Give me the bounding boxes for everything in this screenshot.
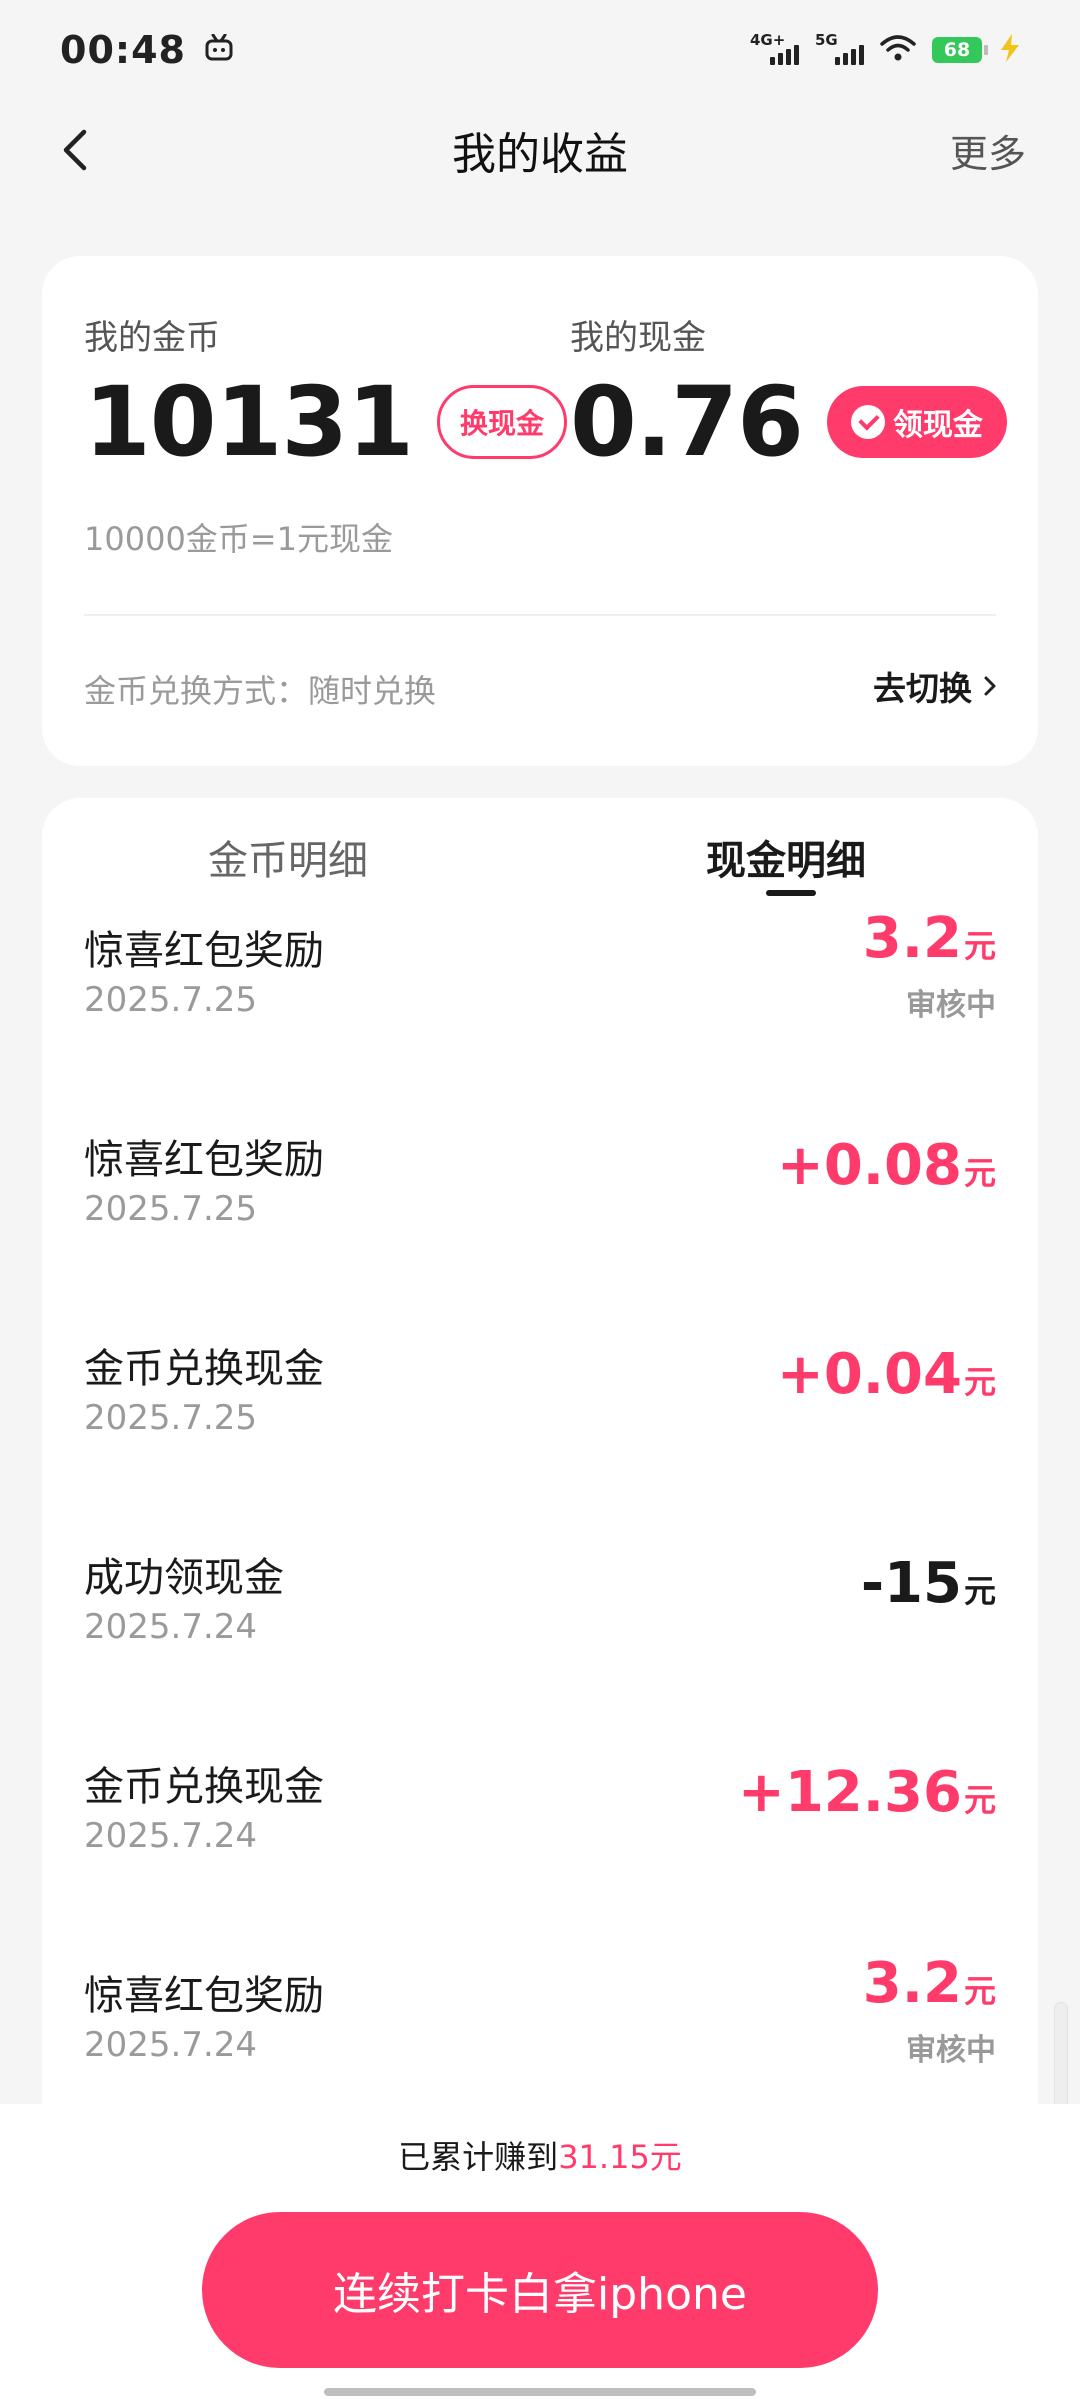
record-amount-unit: 元	[963, 927, 996, 965]
more-button[interactable]: 更多	[950, 123, 1026, 178]
battery-icon: 68	[932, 37, 988, 63]
list-item[interactable]: 惊喜红包奖励 2025.7.25 +0.08元	[42, 1039, 1038, 1248]
record-amount: +0.08元	[777, 1133, 996, 1198]
record-title: 惊喜红包奖励	[84, 1137, 324, 1183]
earnings-card: 我的金币 10131 换现金 我的现金 0.76 领现金 10000金币=1元现…	[42, 256, 1038, 766]
record-status: 审核中	[906, 2033, 996, 2068]
divider	[84, 614, 996, 616]
record-amount-value: +12.36	[737, 1760, 962, 1825]
list-item[interactable]: 金币兑换现金 2025.7.25 +0.04元	[42, 1248, 1038, 1457]
checkin-cta-button[interactable]: 连续打卡白拿iphone	[202, 2212, 878, 2368]
coin-label: 我的金币	[84, 318, 220, 358]
cell-signal-icon-2: 5G	[815, 31, 864, 65]
record-amount: 3.2元	[863, 1951, 996, 2016]
navigation-bar: 我的收益 更多	[0, 100, 1080, 200]
wechat-pay-icon	[850, 405, 885, 439]
network-type-label: 4G+	[750, 31, 786, 49]
exchange-rate-text: 10000金币=1元现金	[84, 520, 393, 558]
record-amount-unit: 元	[963, 1363, 996, 1401]
page-title: 我的收益	[452, 129, 628, 180]
withdraw-cash-button[interactable]: 领现金	[826, 386, 1007, 458]
chevron-right-icon	[984, 676, 996, 696]
record-amount-value: +0.04	[776, 1342, 962, 1407]
cash-balance: 0.76	[570, 366, 804, 478]
record-amount: -15元	[861, 1551, 996, 1616]
bottom-panel: 已累计赚到31.15元 连续打卡白拿iphone	[0, 2104, 1080, 2400]
list-item[interactable]: 惊喜红包奖励 2025.7.25 3.2元审核中	[42, 910, 1038, 1039]
record-amount-unit: 元	[963, 1781, 996, 1819]
exchange-cash-button[interactable]: 换现金	[436, 385, 567, 459]
record-amount: +12.36元	[738, 1760, 996, 1825]
record-date: 2025.7.25	[84, 1189, 258, 1229]
chevron-left-icon	[63, 129, 87, 171]
wifi-icon	[880, 34, 916, 66]
active-tab-indicator	[766, 890, 816, 896]
tv-icon	[204, 33, 234, 66]
tab-coin-details[interactable]: 金币明细	[208, 828, 368, 886]
record-amount-unit: 元	[963, 1154, 996, 1192]
home-indicator[interactable]	[324, 2388, 756, 2396]
record-title: 惊喜红包奖励	[84, 1973, 324, 2019]
record-date: 2025.7.24	[84, 2025, 258, 2065]
total-earned-value: 31.15元	[558, 2138, 682, 2176]
back-button[interactable]	[52, 122, 108, 178]
record-date: 2025.7.25	[84, 1398, 258, 1438]
record-amount-unit: 元	[963, 1972, 996, 2010]
record-date: 2025.7.24	[84, 1607, 258, 1647]
cash-label: 我的现金	[570, 318, 706, 358]
record-amount-value: 3.2	[862, 910, 962, 971]
exchange-method-text: 金币兑换方式：随时兑换	[84, 672, 437, 710]
record-amount: 3.2元	[863, 910, 996, 971]
detail-card: 金币明细 现金明细 惊喜红包奖励 2025.7.25 3.2元 审核中 惊喜红包奖励 20…	[42, 798, 1038, 2208]
status-time: 00:48	[60, 28, 186, 72]
switch-method-button[interactable]: 去切换	[873, 662, 1000, 710]
record-title: 金币兑换现金	[84, 1346, 324, 1392]
list-item[interactable]: 成功领现金 2025.7.24 -15元	[42, 1457, 1038, 1666]
list-item[interactable]: 惊喜红包奖励 2025.7.24 3.2元审核中	[42, 1875, 1038, 2084]
total-earned: 已累计赚到31.15元	[0, 2132, 1080, 2178]
record-amount-value: 3.2	[862, 1951, 962, 2016]
detail-tabs: 金币明细 现金明细	[42, 798, 1038, 908]
record-title: 成功领现金	[84, 1555, 284, 1601]
record-status: 审核中	[906, 988, 996, 1023]
record-amount-value: -15	[860, 1551, 962, 1616]
record-date: 2025.7.24	[84, 1816, 258, 1856]
switch-method-label: 去切换	[873, 669, 972, 708]
status-bar: 00:48 4G+ 5G 68	[0, 0, 1080, 100]
charging-icon	[998, 33, 1022, 67]
record-amount: +0.04元	[777, 1342, 996, 1407]
network-type-label-2: 5G	[815, 31, 838, 49]
record-amount-unit: 元	[963, 1572, 996, 1610]
record-title: 金币兑换现金	[84, 1764, 324, 1810]
tab-cash-details[interactable]: 现金明细	[706, 828, 866, 886]
record-amount-value: +0.08	[776, 1133, 962, 1198]
total-earned-prefix: 已累计赚到	[398, 2138, 559, 2176]
withdraw-cash-label: 领现金	[892, 408, 983, 443]
list-item[interactable]: 金币兑换现金 2025.7.24 +12.36元	[42, 1666, 1038, 1875]
cell-signal-icon: 4G+	[750, 31, 799, 65]
coin-balance: 10131	[84, 366, 414, 478]
record-date: 2025.7.25	[84, 980, 258, 1020]
record-title: 惊喜红包奖励	[84, 928, 324, 974]
record-list[interactable]: 惊喜红包奖励 2025.7.25 3.2元 审核中 惊喜红包奖励 2025.7.25 +0.…	[42, 910, 1038, 2208]
